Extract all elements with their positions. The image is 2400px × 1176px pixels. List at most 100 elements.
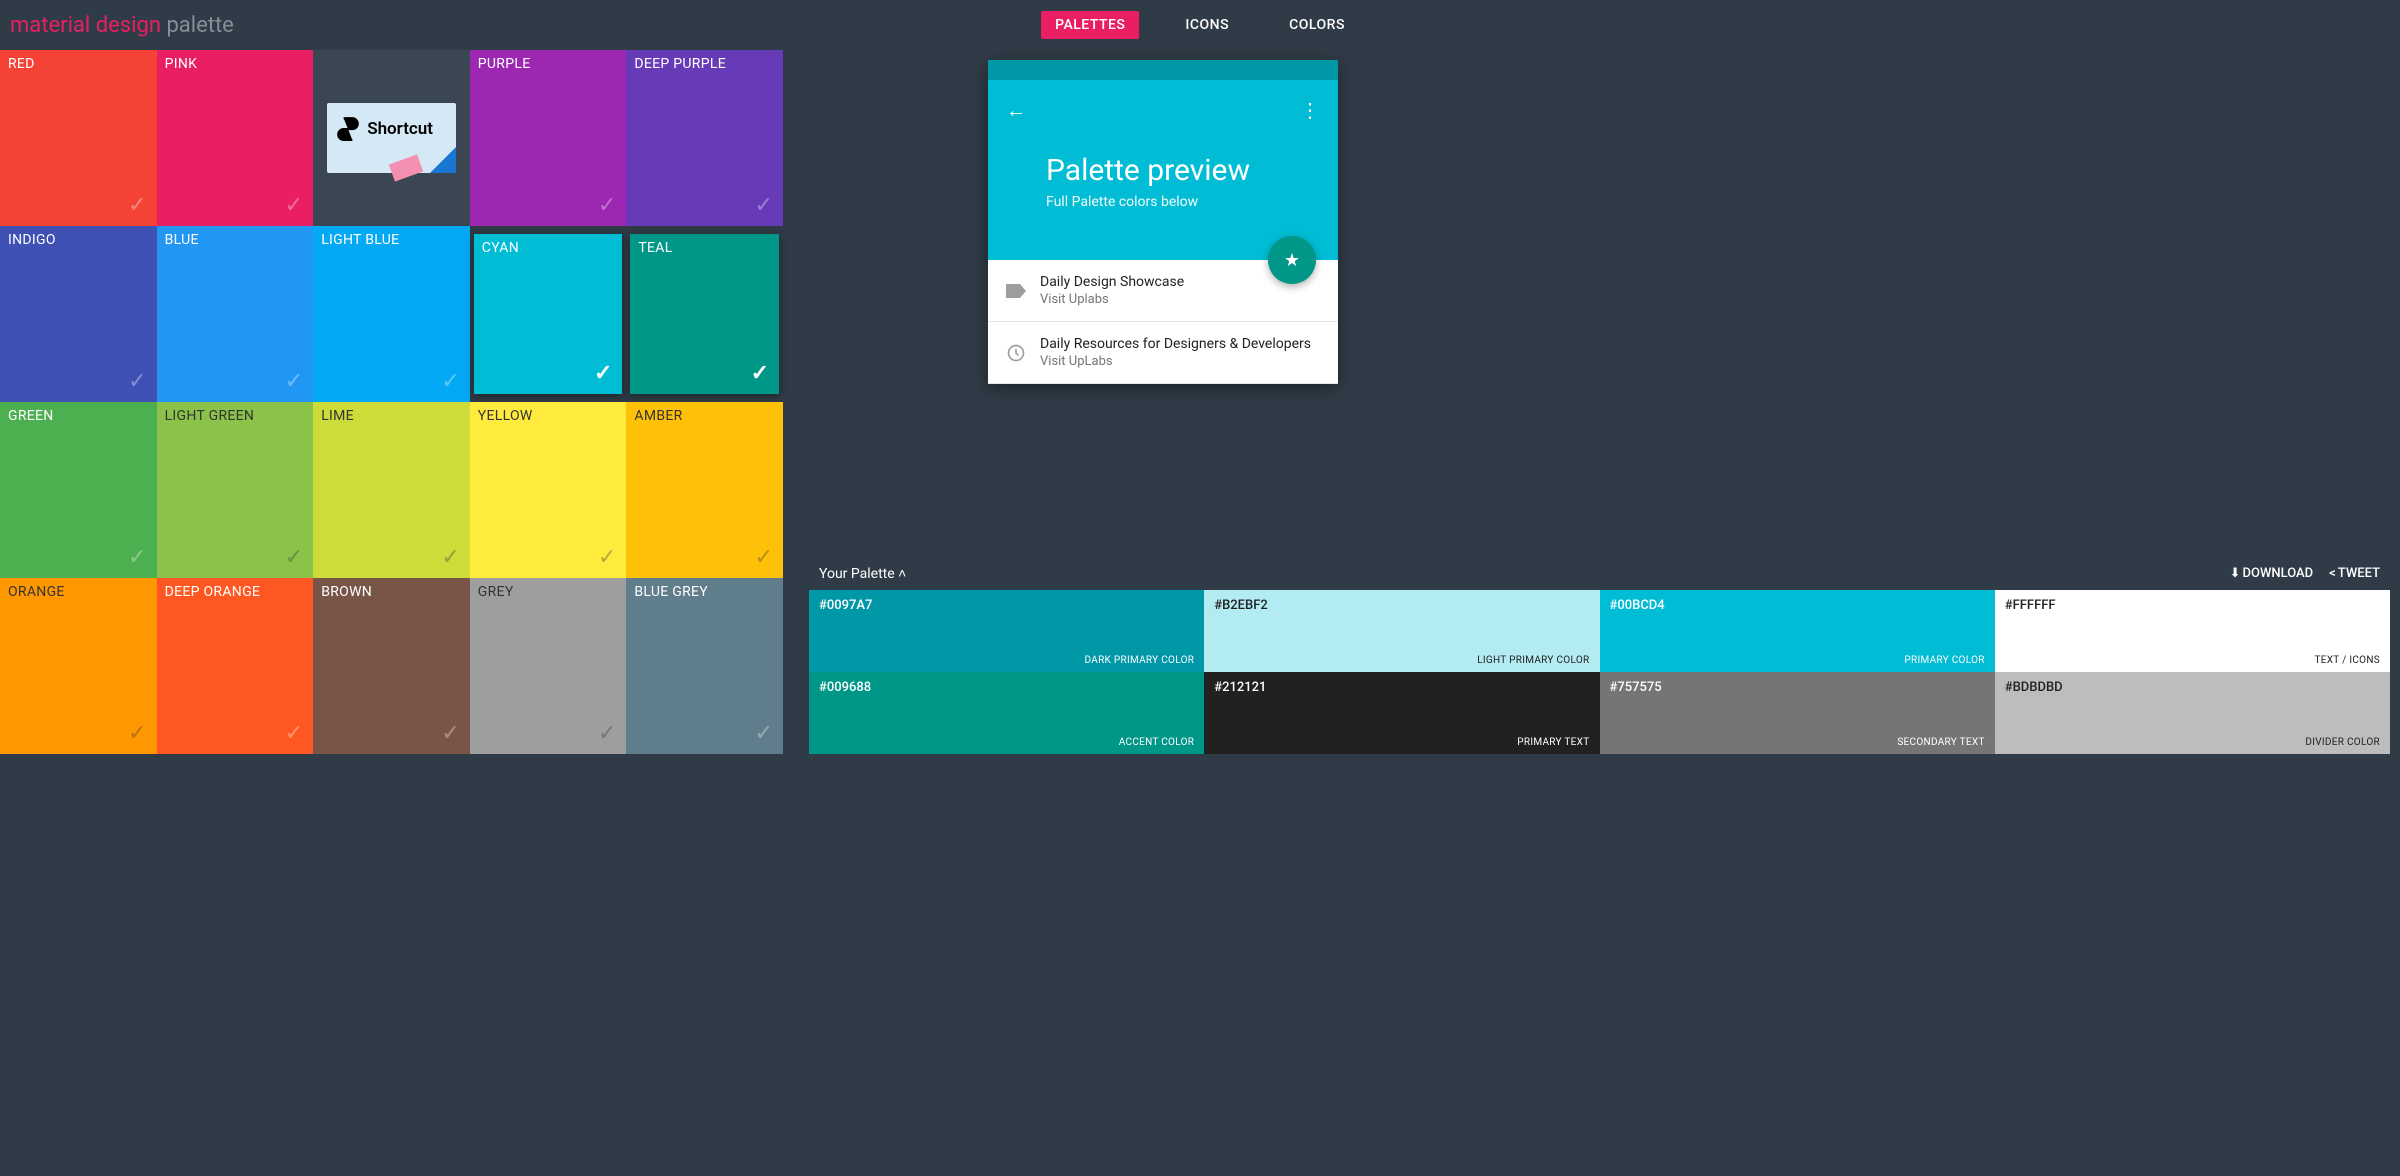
color-tile-indigo[interactable]: INDIGO✓ bbox=[0, 226, 157, 402]
swatch-accent-color[interactable]: #009688ACCENT COLOR bbox=[809, 672, 1204, 754]
color-tile-pink[interactable]: PINK✓ bbox=[157, 50, 314, 226]
download-label: DOWNLOAD bbox=[2243, 566, 2314, 581]
swatch-primary-text[interactable]: #212121 PRIMARY TEXT bbox=[1204, 672, 1599, 754]
label-icon bbox=[1006, 281, 1026, 301]
swatch-hex: #212121 bbox=[1214, 680, 1266, 695]
ad-tile[interactable]: Shortcut bbox=[313, 50, 470, 226]
color-tile-teal[interactable]: TEAL ✓ bbox=[630, 234, 779, 394]
swatch-hex: #00BCD4 bbox=[1610, 598, 1665, 613]
preview-title: Palette preview bbox=[1046, 153, 1320, 188]
color-label: CYAN bbox=[482, 240, 519, 256]
main: RED✓PINK✓ShortcutPURPLE✓DEEP PURPLE✓INDI… bbox=[0, 50, 2400, 754]
preview-list-item[interactable]: Daily Resources for Designers & Develope… bbox=[988, 322, 1338, 384]
swatch-light-primary-color[interactable]: #B2EBF2 LIGHT PRIMARY COLOR bbox=[1204, 590, 1599, 672]
swatch-text-icons[interactable]: #FFFFFF TEXT / ICONS bbox=[1995, 590, 2390, 672]
color-tile-yellow[interactable]: YELLOW✓ bbox=[470, 402, 627, 578]
color-tile-purple[interactable]: PURPLE✓ bbox=[470, 50, 627, 226]
color-label: LIGHT BLUE bbox=[321, 232, 399, 248]
color-tile-deep-purple[interactable]: DEEP PURPLE ✓ bbox=[626, 50, 783, 226]
row-title: Daily Design Showcase bbox=[1040, 274, 1184, 290]
check-icon: ✓ bbox=[285, 545, 303, 570]
swatch-role: SECONDARY TEXT bbox=[1897, 737, 1984, 748]
row-subtitle: Visit UpLabs bbox=[1040, 354, 1311, 369]
back-icon[interactable]: ← bbox=[1006, 98, 1026, 123]
swatch-role: PRIMARY TEXT bbox=[1517, 737, 1589, 748]
check-icon: ✓ bbox=[441, 721, 459, 746]
check-icon: ✓ bbox=[755, 721, 773, 746]
check-icon: ✓ bbox=[751, 361, 769, 386]
your-palette-toggle[interactable]: Your Palette ˄ bbox=[819, 565, 906, 582]
swatch-hex: #FFFFFF bbox=[2005, 598, 2056, 613]
check-icon: ✓ bbox=[285, 369, 303, 394]
check-icon: ✓ bbox=[598, 193, 616, 218]
color-label: GREEN bbox=[8, 408, 54, 424]
color-label: DEEP PURPLE bbox=[634, 56, 726, 72]
color-label: YELLOW bbox=[478, 408, 533, 424]
color-label: PINK bbox=[165, 56, 198, 72]
logo-part2: palette bbox=[166, 13, 233, 38]
more-icon[interactable]: ⋮ bbox=[1300, 98, 1320, 123]
swatch-role: TEXT / ICONS bbox=[2314, 655, 2380, 666]
row-title: Daily Resources for Designers & Develope… bbox=[1040, 336, 1311, 352]
ad-text: Shortcut bbox=[367, 119, 433, 139]
swatch-hex: #BDBDBD bbox=[2005, 680, 2063, 695]
check-icon: ✓ bbox=[594, 361, 612, 386]
color-label: TEAL bbox=[638, 240, 672, 256]
preview-statusbar bbox=[988, 60, 1338, 80]
check-icon: ✓ bbox=[128, 545, 146, 570]
swatch-hex: #009688 bbox=[819, 680, 871, 695]
check-icon: ✓ bbox=[441, 545, 459, 570]
color-tile-light-blue[interactable]: LIGHT BLUE ✓ bbox=[313, 226, 470, 402]
check-icon: ✓ bbox=[441, 369, 459, 394]
swatch-primary-color[interactable]: #00BCD4 PRIMARY COLOR bbox=[1600, 590, 1995, 672]
color-tile-red[interactable]: RED ✓ bbox=[0, 50, 157, 226]
fab-button[interactable]: ★ bbox=[1268, 236, 1316, 284]
row-subtitle: Visit Uplabs bbox=[1040, 292, 1184, 307]
your-palette-label: Your Palette bbox=[819, 566, 895, 582]
check-icon: ✓ bbox=[128, 369, 146, 394]
color-label: BLUE GREY bbox=[634, 584, 708, 600]
check-icon: ✓ bbox=[598, 721, 616, 746]
color-tile-amber[interactable]: AMBER✓ bbox=[626, 402, 783, 578]
swatch-dark-primary-color[interactable]: #0097A7DARK PRIMARY COLOR bbox=[809, 590, 1204, 672]
color-tile-light-green[interactable]: LIGHT GREEN✓ bbox=[157, 402, 314, 578]
logo-part1: material design bbox=[10, 13, 161, 38]
check-icon: ✓ bbox=[755, 193, 773, 218]
check-icon: ✓ bbox=[128, 721, 146, 746]
check-icon: ✓ bbox=[755, 545, 773, 570]
color-tile-blue[interactable]: BLUE✓ bbox=[157, 226, 314, 402]
color-tile-lime[interactable]: LIME ✓ bbox=[313, 402, 470, 578]
tweet-button[interactable]: < TWEET bbox=[2329, 566, 2380, 581]
header: material design palette PALETTES ICONS COL… bbox=[0, 0, 2400, 50]
clock-icon bbox=[1006, 343, 1026, 363]
download-button[interactable]: ⬇ DOWNLOAD bbox=[2230, 566, 2314, 581]
color-tile-cyan[interactable]: CYAN ✓ bbox=[474, 234, 623, 394]
swatch-secondary-text[interactable]: #757575 SECONDARY TEXT bbox=[1600, 672, 1995, 754]
swatch-role: PRIMARY COLOR bbox=[1904, 655, 1984, 666]
nav-palettes[interactable]: PALETTES bbox=[1041, 11, 1139, 39]
color-tile-blue-grey[interactable]: BLUE GREY ✓ bbox=[626, 578, 783, 754]
chevron-up-icon: ˄ bbox=[898, 566, 906, 582]
swatch-divider-color[interactable]: #BDBDBDDIVIDER COLOR bbox=[1995, 672, 2390, 754]
main-nav: PALETTES ICONS COLORS bbox=[1041, 11, 1359, 39]
color-tile-brown[interactable]: BROWN ✓ bbox=[313, 578, 470, 754]
your-palette-bar: Your Palette ˄ ⬇ DOWNLOAD < TWEET #0097A… bbox=[809, 557, 2390, 754]
color-label: ORANGE bbox=[8, 584, 65, 600]
swatch-hex: #757575 bbox=[1610, 680, 1662, 695]
swatch-hex: #B2EBF2 bbox=[1214, 598, 1268, 613]
right-panel: ← ⋮ Palette preview Full Palette colors … bbox=[783, 50, 2400, 754]
swatch-role: LIGHT PRIMARY COLOR bbox=[1477, 655, 1589, 666]
color-tile-green[interactable]: GREEN ✓ bbox=[0, 402, 157, 578]
color-label: LIME bbox=[321, 408, 354, 424]
color-tile-grey[interactable]: GREY✓ bbox=[470, 578, 627, 754]
color-tile-deep-orange[interactable]: DEEP ORANGE✓ bbox=[157, 578, 314, 754]
logo[interactable]: material design palette bbox=[10, 13, 234, 38]
check-icon: ✓ bbox=[128, 193, 146, 218]
nav-icons[interactable]: ICONS bbox=[1171, 11, 1243, 39]
color-label: BROWN bbox=[321, 584, 372, 600]
nav-colors[interactable]: COLORS bbox=[1275, 11, 1359, 39]
color-tile-orange[interactable]: ORANGE ✓ bbox=[0, 578, 157, 754]
download-icon: ⬇ bbox=[2230, 566, 2241, 581]
palette-preview-card: ← ⋮ Palette preview Full Palette colors … bbox=[988, 60, 1338, 384]
color-label: RED bbox=[8, 56, 35, 72]
